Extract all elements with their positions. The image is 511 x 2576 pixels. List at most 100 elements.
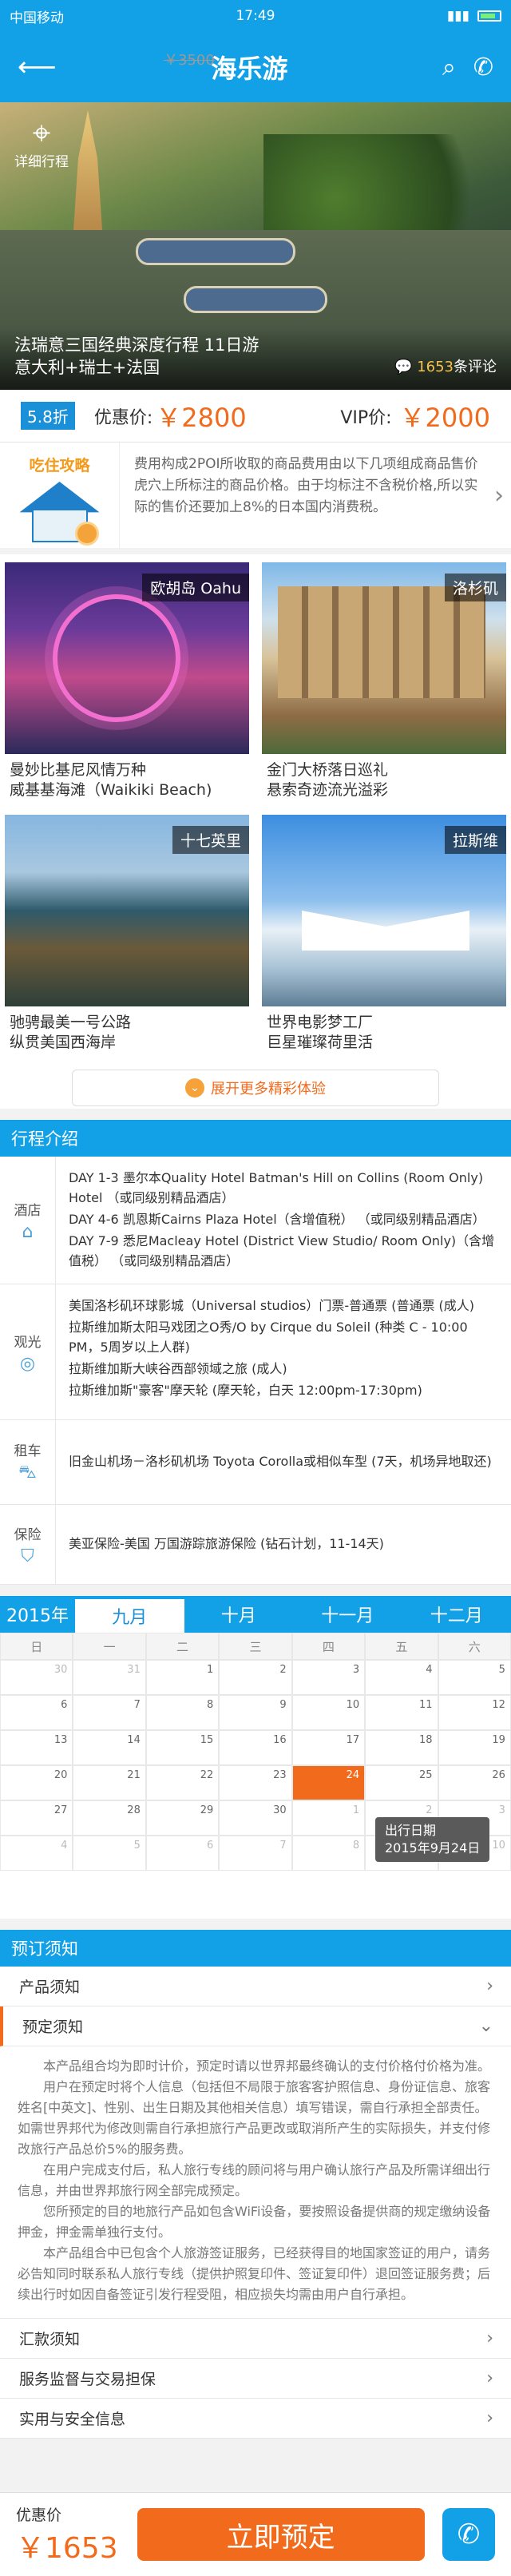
highlight-card[interactable]: 十七英里 驰骋最美一号公路 纵贯美国西海岸 [5,815,249,1058]
date-calendar: 2015年 九月 十月 十一月 十二月 日一二三四五六 30 31 1 2 3 4 5 6 7 8… [0,1596,511,1919]
route-button[interactable]: ⌖ 详细行程 [14,117,69,170]
chevron-down-icon: ⌄ [478,2016,493,2036]
calendar-day[interactable]: 13 [0,1730,73,1765]
month-tab[interactable]: 十二月 [402,1596,511,1633]
book-now-button[interactable]: 立即预定 [137,2508,425,2561]
month-tab[interactable]: 十月 [184,1596,294,1633]
calendar-day[interactable]: 6 [0,1695,73,1730]
calendar-day[interactable]: 4 [0,1836,73,1871]
hero-banner[interactable]: ⌖ 详细行程 法瑞意三国经典深度行程 11日游 意大利+瑞士+法国 💬 1653条… [0,102,511,390]
calendar-day[interactable]: 5 [438,1660,511,1695]
photo: 欧胡岛 Oahu [5,562,249,754]
phone-icon[interactable]: ✆ [473,54,493,81]
calendar-week: 6 7 8 9 10 11 12 [0,1695,511,1730]
route-label: 详细行程 [14,154,69,170]
calendar-day[interactable]: 30 [0,1660,73,1695]
calendar-day[interactable]: 28 [73,1800,146,1836]
calendar-day[interactable]: 9 [219,1695,292,1730]
month-tab[interactable]: 九月 [75,1596,184,1633]
calendar-day[interactable]: 15 [145,1730,220,1765]
calendar-day[interactable]: 4 [365,1660,438,1695]
calendar-day[interactable]: 20 [0,1765,73,1800]
calendar-day[interactable]: 21 [73,1765,146,1800]
card-line: 金门大桥落日巡礼 [267,761,389,779]
page-title: 海乐游 [211,54,288,84]
calendar-day[interactable]: 8 [291,1836,366,1871]
back-button[interactable]: ⟵ [18,51,57,83]
calendar-day[interactable]: 17 [291,1730,366,1765]
tips-section[interactable]: 吃住攻略 费用构成2POI所收取的商品费用由以下几项组成商品售价 虎穴上所标注的… [0,443,511,554]
calendar-day[interactable]: 16 [219,1730,292,1765]
calendar-day[interactable]: 6 [145,1836,220,1871]
calendar-day[interactable]: 7 [219,1836,292,1871]
boat-graphic [184,286,327,313]
month-tab[interactable]: 十一月 [293,1596,402,1633]
location-tag: 洛杉矶 [444,574,506,601]
calendar-day[interactable]: 11 [365,1695,438,1730]
highlight-card[interactable]: 欧胡岛 Oahu 曼妙比基尼风情万种 威基基海滩（Waikiki Beach) [5,562,249,805]
tour-countries: 意大利+瑞士+法国 [14,358,160,377]
calendar-day[interactable]: 7 [73,1695,146,1730]
location-tag: 欧胡岛 Oahu [142,574,249,601]
notes-paragraph: 本产品组合中已包含个人旅游签证服务，已经获得目的地国家签证的用户，请务必告知同时… [18,2245,491,2302]
calendar-day[interactable]: 1 [291,1800,366,1836]
clock: 17:49 [236,8,275,24]
tips-title: 吃住攻略 [29,457,90,474]
row-text: DAY 1-3 墨尔本Quality Hotel Batman's Hill o… [69,1170,484,1205]
weekday-header: 日一二三四五六 [0,1633,511,1660]
itinerary-car: 租车 ⛍ 旧金山机场－洛杉矶机场 Toyota Corolla或相似车型 (7天，… [0,1420,511,1505]
row-text: 旧金山机场－洛杉矶机场 Toyota Corolla或相似车型 (7天，机场异地… [69,1454,492,1469]
photo: 十七英里 [5,815,249,1006]
phone-icon[interactable]: ✆ [442,2508,495,2561]
calendar-day[interactable]: 18 [365,1730,438,1765]
shield-icon: ⛉ [21,1546,34,1566]
highlight-card[interactable]: 拉斯维 世界电影梦工厂 巨星璀璨荷里活 [262,815,506,1058]
row-text: DAY 7-9 悉尼Macleay Hotel (District View S… [69,1233,495,1268]
calendar-day[interactable]: 29 [145,1800,220,1836]
card-line: 纵贯美国西海岸 [10,1034,117,1051]
itinerary-insurance: 保险 ⛉ 美亚保险-美国 万国游踪旅游保险 (钻石计划，11-14天) [0,1505,511,1585]
calendar-day[interactable]: 22 [145,1765,220,1800]
calendar-day[interactable]: 2 [219,1660,292,1695]
highlight-card[interactable]: 洛杉矶 金门大桥落日巡礼 悬索奇迹流光溢彩 [262,562,506,805]
notes-item-expanded[interactable]: 预定须知 ⌄ [0,2006,511,2046]
calendar-day[interactable]: 30 [219,1800,292,1836]
hero-caption: 法瑞意三国经典深度行程 11日游 意大利+瑞士+法国 💬 1653条评论 [0,327,511,390]
calendar-day[interactable]: 14 [73,1730,146,1765]
calendar-day[interactable]: 23 [219,1765,292,1800]
show-more-button[interactable]: ⌄ 展开更多精彩体验 [72,1070,439,1106]
calendar-week: 30 31 1 2 3 4 5 [0,1660,511,1695]
bottom-bar: 优惠价 ￥1653 立即预定 ✆ [0,2492,511,2576]
search-icon[interactable]: ⌕ [442,54,456,81]
footer-price-label: 优惠价 [16,2506,62,2524]
calendar-day[interactable]: 8 [145,1695,220,1730]
calendar-day[interactable]: 19 [438,1730,511,1765]
notes-item[interactable]: 服务监督与交易担保 › [0,2359,511,2399]
battery-icon [477,10,501,22]
photo: 洛杉矶 [262,562,506,754]
calendar-day[interactable]: 31 [73,1660,146,1695]
calendar-day[interactable]: 24 [291,1765,366,1800]
notes-item[interactable]: 汇款须知 › [0,2319,511,2359]
carrier: 中国移动 [10,10,64,26]
temple-graphic [73,110,102,230]
status-icons: ▮▮▮ [447,8,501,24]
calendar-day[interactable]: 3 [291,1660,366,1695]
year-label: 2015年 [6,1606,69,1626]
notes-item[interactable]: 产品须知 › [0,1967,511,2006]
calendar-day[interactable]: 27 [0,1800,73,1836]
calendar-day[interactable]: 25 [365,1765,438,1800]
calendar-day[interactable]: 26 [438,1765,511,1800]
status-bar: 中国移动 17:49 ▮▮▮ [0,0,511,32]
chevron-right-icon: › [486,2328,493,2348]
row-text: 拉斯维加斯大峡谷西部领域之旅 (成人) [69,1361,287,1376]
calendar-day[interactable]: 10 [291,1695,366,1730]
calendar-day[interactable]: 5 [73,1836,146,1871]
calendar-day[interactable]: 12 [438,1695,511,1730]
row-label: 酒店 [14,1202,42,1219]
comment-count[interactable]: 💬 1653条评论 [394,356,497,379]
calendar-day[interactable]: 1 [145,1660,220,1695]
card-line: 世界电影梦工厂 [267,1014,374,1031]
notes-item[interactable]: 实用与安全信息 › [0,2399,511,2439]
tips-text: 费用构成2POI所收取的商品费用由以下几项组成商品售价 虎穴上所标注的商品价格。… [134,456,478,515]
